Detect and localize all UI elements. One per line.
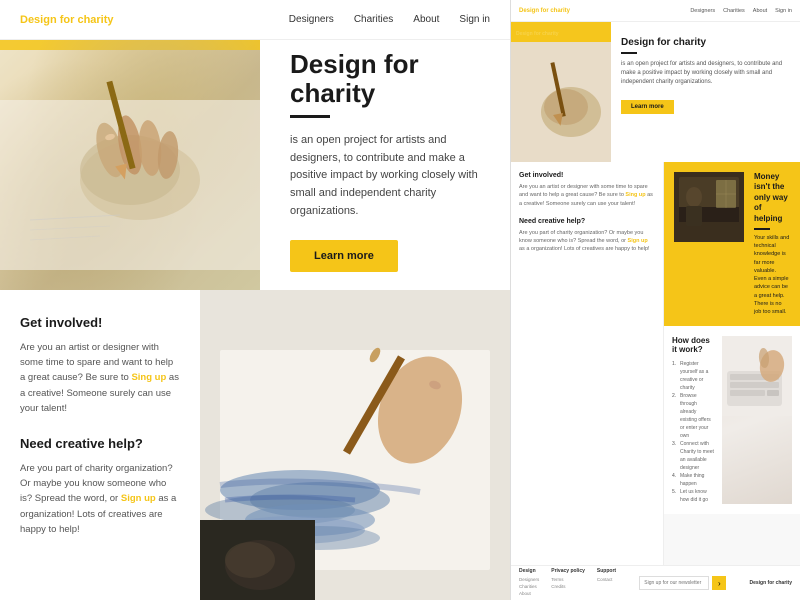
title-underline — [290, 115, 330, 118]
highlight-underline — [754, 228, 770, 230]
mini-footer: Design Designers Charities About Privacy… — [511, 565, 800, 600]
highlight-text: Your skills and technical knowledge is f… — [754, 234, 790, 317]
footer-col-support-title: Support — [597, 568, 616, 574]
mini-get-involved-heading: Get involved! — [519, 172, 655, 179]
hero-section: Design for charity — [0, 0, 510, 290]
footer-col-support-item-1: Contact — [597, 577, 616, 584]
how-image — [722, 336, 792, 504]
highlight-illustration — [674, 172, 744, 242]
mini-hero-image: Design for charity — [511, 22, 611, 162]
how-it-works-section: How does it work? Register yourself as a… — [664, 326, 800, 514]
footer-col-privacy-item-2: Credits — [551, 584, 585, 591]
left-panel: Design for charity Designers Charities A… — [0, 0, 510, 600]
mini-need-help-heading: Need creative help? — [519, 218, 655, 225]
text-columns: Get involved! Are you an artist or desig… — [0, 290, 200, 600]
how-step-3: Connect with Charity to meet an availabl… — [672, 440, 714, 472]
how-it-works-title: How does it work? — [672, 336, 714, 354]
footer-col-support: Support Contact — [597, 568, 616, 597]
mini-need-help-text: Are you part of charity organization? Or… — [519, 229, 655, 254]
mini-nav-links: Designers Charities About Sign in — [690, 8, 792, 14]
mini-left-content: Get involved! Are you an artist or desig… — [511, 162, 664, 565]
footer-columns: Design Designers Charities About Privacy… — [519, 568, 616, 597]
footer-col-privacy-item-1: Terms — [551, 577, 585, 584]
hero-description: is an open project for artists and desig… — [290, 132, 480, 220]
mini-hero: Design for charity Design for charity is… — [511, 22, 800, 162]
right-panel: Design for charity Designers Charities A… — [510, 0, 800, 600]
mini-navbar: Design for charity Designers Charities A… — [511, 0, 800, 22]
bottom-thumbnail — [200, 520, 315, 600]
learn-more-button[interactable]: Learn more — [290, 240, 398, 272]
newsletter-area: › — [639, 576, 726, 590]
hero-title: Design for charity — [290, 50, 480, 107]
hand-pencil-illustration — [0, 0, 260, 290]
mini-nav-about: About — [753, 8, 767, 14]
highlight-image — [674, 172, 744, 242]
mini-hero-title: Design for charity — [621, 37, 790, 48]
mini-get-involved-text: Are you an artist or designer with some … — [519, 183, 655, 208]
nav-logo: Design for charity — [20, 14, 114, 26]
footer-col-design-item-2: Charities — [519, 584, 539, 591]
nav-signin[interactable]: Sign in — [459, 14, 490, 25]
how-step-5: Let us know how did it go — [672, 488, 714, 504]
highlight-title: Money isn't the only way of helping — [754, 172, 790, 224]
highlight-box-inner: Money isn't the only way of helping Your… — [674, 172, 790, 316]
mini-hero-desc: is an open project for artists and desig… — [621, 60, 790, 87]
mini-nav-charities: Charities — [723, 8, 745, 14]
sign-up-link[interactable]: Sign up — [121, 493, 156, 504]
newsletter-input[interactable] — [639, 576, 709, 590]
nav-about[interactable]: About — [413, 14, 439, 25]
need-help-heading: Need creative help? — [20, 436, 180, 451]
newsletter-submit-button[interactable]: › — [712, 576, 726, 590]
get-involved-heading: Get involved! — [20, 315, 180, 330]
bottom-sections: Get involved! Are you an artist or desig… — [0, 290, 510, 600]
get-involved-text: Are you an artist or designer with some … — [20, 340, 180, 416]
highlight-content: Money isn't the only way of helping Your… — [754, 172, 790, 316]
how-illustration — [722, 336, 792, 416]
highlight-box: Money isn't the only way of helping Your… — [664, 162, 800, 326]
nav-charities[interactable]: Charities — [354, 14, 393, 25]
mini-sections: Get involved! Are you an artist or desig… — [511, 162, 800, 565]
mini-sing-up-link: Sing up — [625, 192, 645, 198]
navbar: Design for charity Designers Charities A… — [0, 0, 510, 40]
mini-sign-up-link: Sign up — [628, 238, 648, 244]
mini-nav-logo: Design for charity — [519, 8, 570, 14]
how-step-4: Make thing happen — [672, 472, 714, 488]
how-step-2: Browse through already existing offers o… — [672, 392, 714, 440]
sing-up-link[interactable]: Sing up — [131, 372, 166, 383]
footer-col-design-item-3: About — [519, 591, 539, 598]
need-help-text: Are you part of charity organization? Or… — [20, 461, 180, 537]
mini-title-underline — [621, 52, 637, 54]
hero-image: Design for charity — [0, 0, 260, 290]
how-left: How does it work? Register yourself as a… — [672, 336, 714, 504]
nav-links: Designers Charities About Sign in — [289, 14, 490, 25]
mini-hero-content: Design for charity is an open project fo… — [611, 22, 800, 162]
footer-col-design-item-1: Designers — [519, 577, 539, 584]
mini-nav-signin: Sign in — [775, 8, 792, 14]
mini-nav-designers: Designers — [690, 8, 715, 14]
mini-right-content: Money isn't the only way of helping Your… — [664, 162, 800, 565]
mini-learn-more-button[interactable]: Learn more — [621, 100, 674, 114]
footer-col-design-title: Design — [519, 568, 539, 574]
how-step-1: Register yourself as a creative or chari… — [672, 360, 714, 392]
mini-hero-illustration: Design for charity — [511, 22, 611, 162]
hero-content: Design for charity is an open project fo… — [260, 0, 510, 290]
brush-image — [200, 290, 510, 600]
bottom-thumb-illustration — [200, 520, 315, 600]
nav-designers[interactable]: Designers — [289, 14, 334, 25]
footer-col-privacy-title: Privacy policy — [551, 568, 585, 574]
svg-text:Design for charity: Design for charity — [516, 31, 559, 37]
footer-col-privacy: Privacy policy Terms Credits — [551, 568, 585, 597]
footer-brand: Design for charity — [749, 580, 792, 586]
footer-col-design: Design Designers Charities About — [519, 568, 539, 597]
how-steps-list: Register yourself as a creative or chari… — [672, 360, 714, 504]
